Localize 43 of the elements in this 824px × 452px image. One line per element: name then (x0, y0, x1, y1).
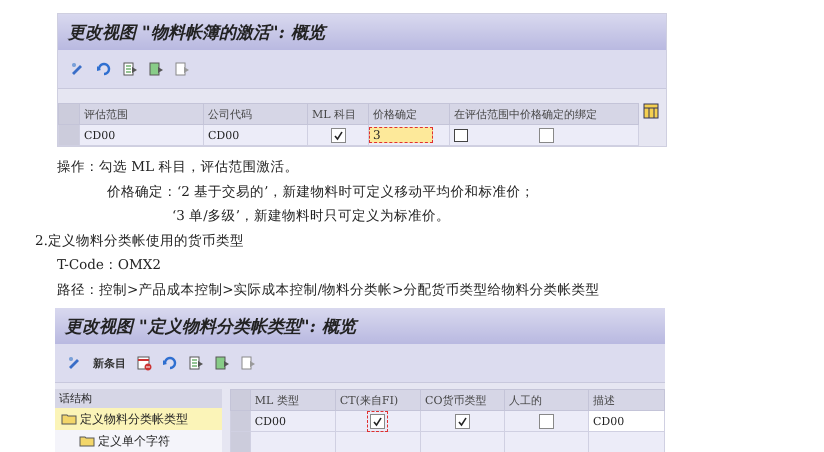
column-header: CO货币类型 (420, 390, 505, 410)
checkbox[interactable] (539, 128, 554, 142)
text-line: 价格确定：‘2 基于交易的’，新建物料时可定义移动平均价和标准价； (106, 182, 536, 202)
text-line: T-Code：OMX2 (57, 256, 162, 275)
column-header: CT(来自FI) (335, 390, 421, 410)
delete-icon[interactable] (136, 355, 152, 371)
column-header: 在评估范围中价格确定的绑定 (450, 104, 638, 124)
window-title: 更改视图 "定义物料分类帐类型": 概览 (55, 308, 665, 344)
text-line: 路径：控制>产品成本控制>实际成本控制/物料分类帐>分配货币类型给物料分类帐类型 (57, 280, 600, 300)
tree-item[interactable]: 定义单个字符 (73, 430, 222, 452)
window-title: 更改视图 "物料帐簿的激活": 概览 (58, 14, 666, 50)
document-icon[interactable] (122, 61, 138, 77)
column-header: ML 类型 (250, 390, 336, 410)
table-cell: CD00 (250, 410, 336, 432)
undo-icon[interactable] (162, 355, 178, 371)
tree-item[interactable]: 定义物料分类帐类型 (55, 408, 222, 430)
table-cell: CD00 (204, 124, 308, 146)
document-icon[interactable] (240, 355, 256, 371)
undo-icon[interactable] (96, 61, 112, 77)
checkbox[interactable] (330, 128, 346, 142)
new-entries-button[interactable]: 新条目 (93, 356, 126, 370)
checkbox[interactable] (539, 414, 554, 428)
table-cell: CD00 (588, 410, 664, 432)
column-header: 公司代码 (204, 104, 308, 124)
column-header: 描述 (588, 390, 664, 410)
table-cell: CD00 (80, 124, 204, 146)
document-icon[interactable] (148, 61, 164, 77)
column-header: 价格确定 (368, 104, 450, 124)
document-icon[interactable] (214, 355, 230, 371)
document-icon[interactable] (188, 355, 204, 371)
column-header: ML 科目 (308, 104, 368, 124)
column-header: 评估范围 (80, 104, 204, 124)
document-icon[interactable] (174, 61, 190, 77)
text-line: 操作：勾选 ML 科目，评估范围激活。 (57, 158, 300, 177)
table-settings-icon[interactable] (643, 103, 659, 119)
panel-header: 话结构 (55, 389, 222, 408)
text-line: ‘3 单/多级’，新建物料时只可定义为标准价。 (171, 207, 452, 226)
column-header: 人工的 (504, 390, 588, 410)
text-line: 2.定义物料分类帐使用的货币类型 (35, 232, 245, 250)
checkbox[interactable] (455, 414, 470, 428)
folder-icon (61, 413, 77, 425)
input-field[interactable]: 3 (369, 127, 433, 143)
folder-icon (79, 435, 95, 447)
